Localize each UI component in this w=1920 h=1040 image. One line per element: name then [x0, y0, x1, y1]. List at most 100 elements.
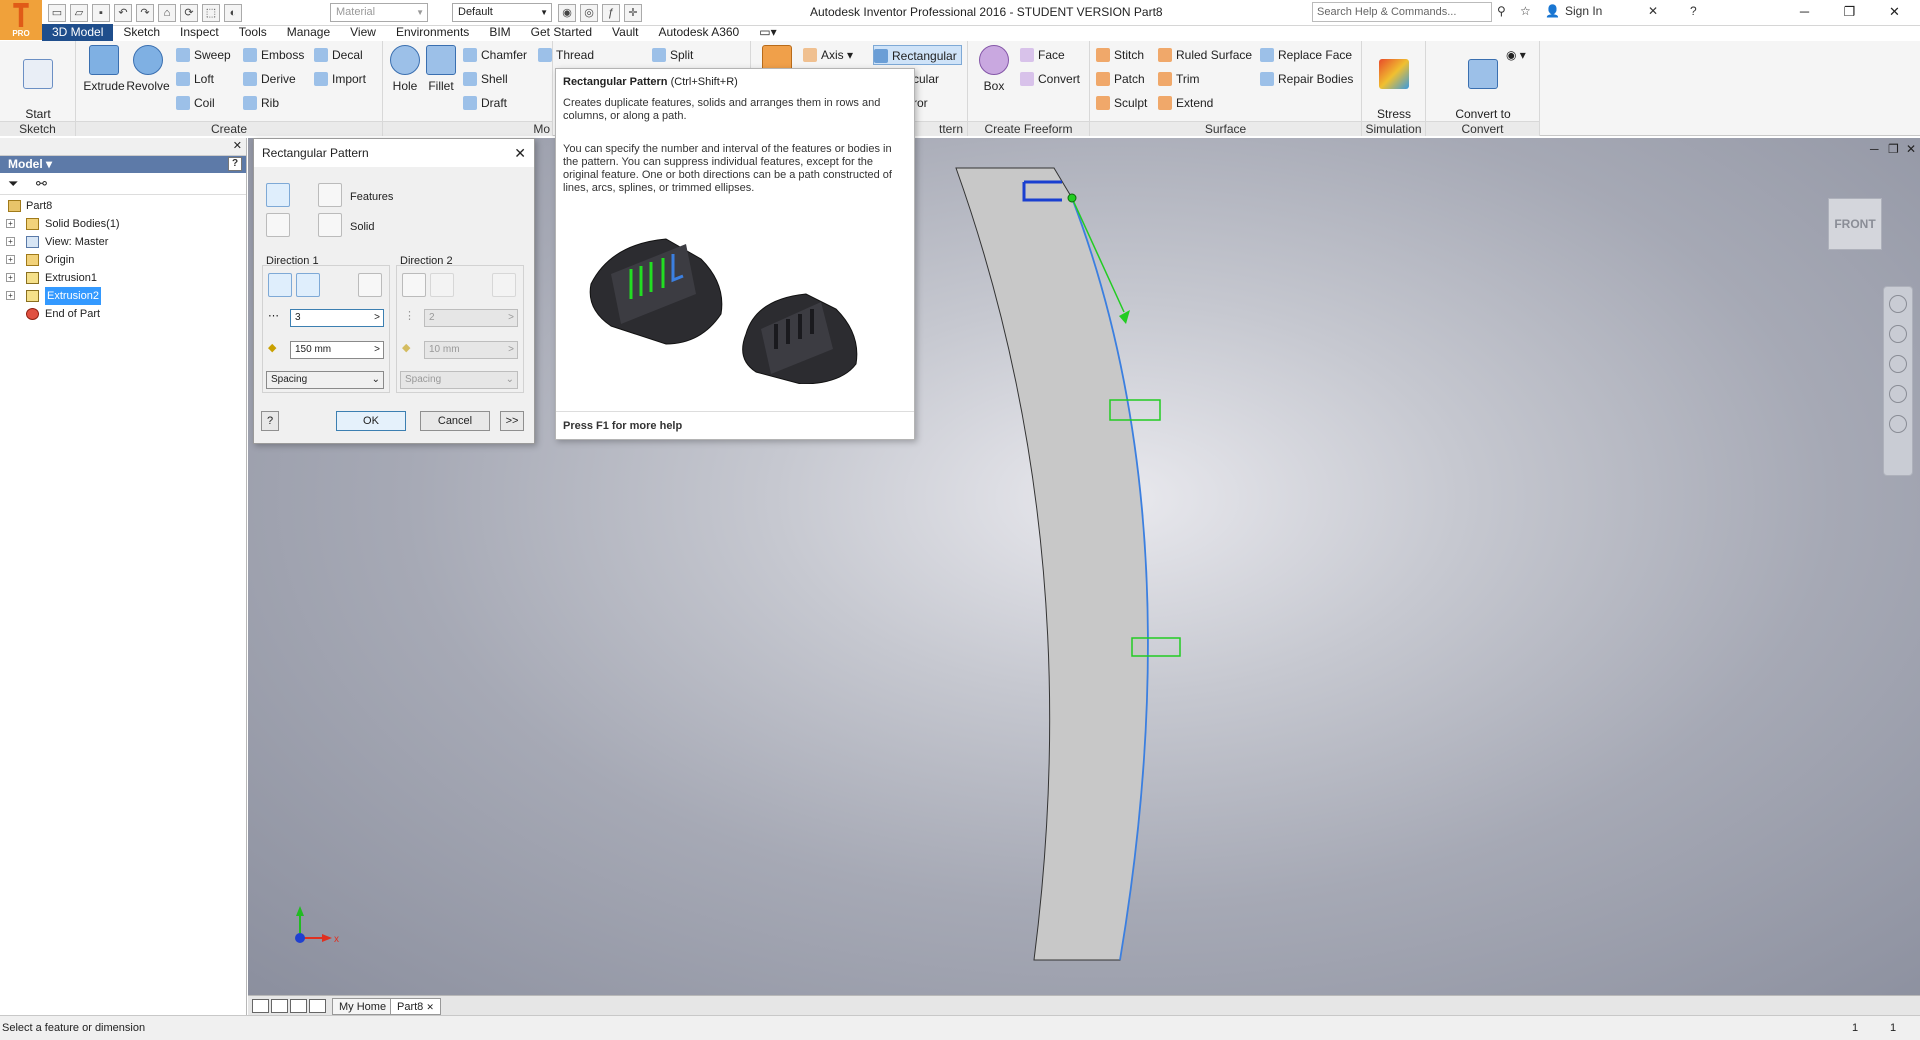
doc-tab-part8[interactable]: Part8 ✕: [390, 998, 441, 1015]
help-icon[interactable]: ?: [1690, 4, 1697, 18]
maximize-button[interactable]: ❐: [1827, 0, 1872, 24]
trim-button[interactable]: Trim: [1158, 69, 1200, 89]
close-button[interactable]: ✕: [1872, 0, 1917, 24]
color-icon[interactable]: ◐: [224, 4, 242, 22]
direction1-midplane-icon[interactable]: [358, 273, 382, 297]
minimize-button[interactable]: ─: [1782, 0, 1827, 24]
repair-bodies-button[interactable]: Repair Bodies: [1260, 69, 1353, 89]
new-icon[interactable]: ▭: [48, 4, 66, 22]
filter-icon[interactable]: ⏷: [8, 176, 18, 192]
tab-get-started[interactable]: Get Started: [521, 24, 602, 41]
material-combo[interactable]: Material ▼: [330, 3, 428, 22]
ribbon-options-icon[interactable]: ▭▾: [749, 24, 786, 41]
search-icon[interactable]: ⚲: [1497, 4, 1506, 18]
path-start-point[interactable]: [1067, 193, 1077, 203]
expand-icon[interactable]: +: [6, 291, 15, 300]
tree-node-solid-bodies[interactable]: + Solid Bodies(1): [0, 215, 246, 233]
tree-node-extrusion2[interactable]: + Extrusion2: [0, 287, 246, 305]
tab-inspect[interactable]: Inspect: [170, 24, 229, 41]
extend-button[interactable]: Extend: [1158, 93, 1213, 113]
exchange-icon[interactable]: ✕: [1648, 4, 1658, 18]
more-options-button[interactable]: >>: [500, 411, 524, 431]
import-button[interactable]: Import: [314, 69, 366, 89]
close-icon[interactable]: ✕: [426, 1002, 434, 1012]
star-icon[interactable]: ☆: [1520, 4, 1531, 18]
split-button[interactable]: Split: [652, 45, 693, 65]
update-icon[interactable]: ⟳: [180, 4, 198, 22]
emboss-button[interactable]: Emboss: [243, 45, 304, 65]
orbit-icon[interactable]: [1889, 385, 1907, 403]
tab-autodesk-a360[interactable]: Autodesk A360: [649, 24, 750, 41]
revolve-button[interactable]: Revolve: [126, 45, 170, 93]
cascade-icon[interactable]: [309, 999, 326, 1013]
circular-pattern-button[interactable]: cular: [913, 69, 939, 89]
patch-button[interactable]: Patch: [1096, 69, 1145, 89]
browser-help-icon[interactable]: ?: [228, 157, 242, 171]
tab-manage[interactable]: Manage: [277, 24, 340, 41]
redo-icon[interactable]: ↷: [136, 4, 154, 22]
browser-close-icon[interactable]: ✕: [233, 139, 242, 152]
tab-view[interactable]: View: [340, 24, 386, 41]
derive-button[interactable]: Derive: [243, 69, 296, 89]
coil-button[interactable]: Coil: [176, 93, 215, 113]
chevron-right-icon[interactable]: >: [374, 310, 380, 326]
tab-sketch[interactable]: Sketch: [113, 24, 170, 41]
chamfer-button[interactable]: Chamfer: [463, 45, 527, 65]
decal-button[interactable]: Decal: [314, 45, 363, 65]
appearance-combo[interactable]: Default ▼: [452, 3, 552, 22]
rib-button[interactable]: Rib: [243, 93, 279, 113]
thread-button[interactable]: Thread: [538, 45, 594, 65]
axis-button[interactable]: Axis ▾: [803, 45, 853, 65]
pattern-solid-mode-icon[interactable]: [266, 213, 290, 237]
curved-part-body[interactable]: [955, 167, 1149, 961]
loft-button[interactable]: Loft: [176, 69, 214, 89]
tab-bim[interactable]: BIM: [479, 24, 520, 41]
shell-button[interactable]: Shell: [463, 69, 508, 89]
features-select-arrow-icon[interactable]: [318, 183, 342, 207]
zoom-icon[interactable]: [1889, 355, 1907, 373]
direction1-spacing-select[interactable]: Spacing ⌄: [266, 371, 384, 389]
tab-3d-model[interactable]: 3D Model: [42, 24, 114, 41]
find-icon[interactable]: ⚯: [36, 176, 47, 192]
select-icon[interactable]: ⬚: [202, 4, 220, 22]
measure-icon[interactable]: ✛: [624, 4, 642, 22]
ok-button[interactable]: OK: [336, 411, 406, 431]
face-button[interactable]: Face: [1020, 45, 1065, 65]
clear-appearance-icon[interactable]: ◉: [558, 4, 576, 22]
tree-node-part8[interactable]: Part8: [0, 197, 246, 215]
save-icon[interactable]: ▪: [92, 4, 110, 22]
fillet-button[interactable]: Fillet: [419, 45, 463, 93]
pattern-features-mode-icon[interactable]: [266, 183, 290, 207]
tree-node-end-of-part[interactable]: End of Part: [0, 305, 246, 323]
fx-icon[interactable]: ƒ: [602, 4, 620, 22]
steering-wheel-icon[interactable]: [1889, 295, 1907, 313]
dialog-close-icon[interactable]: ✕: [514, 139, 526, 167]
tile-vertical-icon[interactable]: [290, 999, 307, 1013]
look-at-icon[interactable]: [1889, 415, 1907, 433]
browser-header[interactable]: Model ▾ ?: [0, 156, 246, 173]
sculpt-button[interactable]: Sculpt: [1096, 93, 1147, 113]
ruled-surface-button[interactable]: Ruled Surface: [1158, 45, 1252, 65]
box-button[interactable]: Box: [972, 45, 1016, 93]
inventor-app-button[interactable]: PRO: [0, 0, 42, 40]
expand-icon[interactable]: +: [6, 255, 15, 264]
tab-tools[interactable]: Tools: [229, 24, 277, 41]
rectangular-pattern-button[interactable]: Rectangular: [873, 45, 962, 65]
replace-face-button[interactable]: Replace Face: [1260, 45, 1352, 65]
convert-freeform-button[interactable]: Convert: [1020, 69, 1080, 89]
user-icon[interactable]: 👤: [1545, 4, 1560, 18]
expand-icon[interactable]: +: [6, 237, 15, 246]
adjust-icon[interactable]: ◎: [580, 4, 598, 22]
expand-icon[interactable]: +: [6, 219, 15, 228]
tab-environments[interactable]: Environments: [386, 24, 479, 41]
tab-vault[interactable]: Vault: [602, 24, 648, 41]
chevron-right-icon[interactable]: >: [374, 342, 380, 358]
direction2-path-select-icon[interactable]: [402, 273, 426, 297]
dialog-help-button[interactable]: ?: [261, 411, 279, 431]
viewcube[interactable]: FRONT: [1828, 198, 1882, 250]
tile-horizontal-icon[interactable]: [271, 999, 288, 1013]
home-icon[interactable]: ⌂: [158, 4, 176, 22]
search-input[interactable]: Search Help & Commands...: [1312, 2, 1492, 22]
doc-tab-my-home[interactable]: My Home: [332, 998, 394, 1015]
direction1-distance-input[interactable]: 150 mm >: [290, 341, 384, 359]
